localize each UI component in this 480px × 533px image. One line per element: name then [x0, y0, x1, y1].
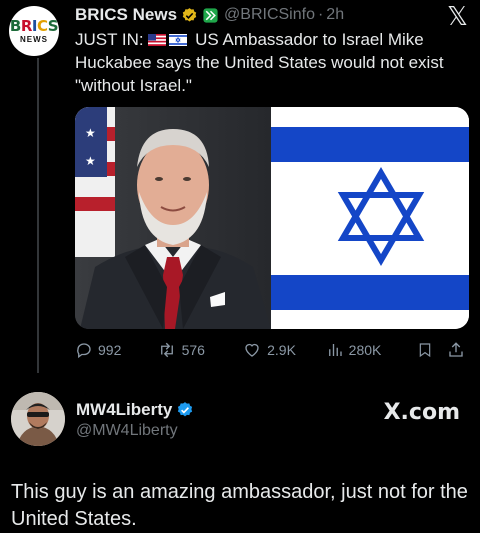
engagement-bar: 992 576 2.9K 280K [75, 338, 470, 362]
author-name[interactable]: BRICS News [75, 5, 177, 25]
reply-author[interactable]: MW4Liberty [76, 400, 194, 420]
reply-count: 992 [98, 342, 122, 358]
us-flag-icon [148, 34, 167, 46]
heart-icon [245, 343, 259, 357]
svg-text:★: ★ [85, 126, 96, 140]
views-chart-icon [328, 344, 342, 356]
huckabee-photo[interactable]: ★ ★ [75, 107, 271, 329]
avatar-logo-text: BRICS [9, 16, 59, 35]
tweet-header: BRICS News @BRICSinfo · 2h [75, 4, 344, 26]
avatar-sub-text: NEWS [20, 34, 48, 44]
bookmark-button[interactable] [417, 341, 447, 359]
bookmark-icon [419, 343, 431, 358]
retweet-button[interactable]: 576 [157, 341, 243, 359]
tweet-text: JUST IN: US Ambassador to Israel Mike Hu… [75, 28, 467, 97]
tweet-media[interactable]: ★ ★ [75, 107, 469, 329]
share-icon [449, 342, 463, 357]
reply-handle[interactable]: @MW4Liberty [76, 422, 178, 440]
reply-icon [77, 343, 91, 359]
post-time[interactable]: 2h [326, 6, 344, 24]
verified-badge-icon [178, 402, 193, 417]
x-logo-icon[interactable]: 𝕏 [447, 4, 468, 30]
text-prefix: JUST IN: [75, 30, 144, 49]
separator-dot: · [317, 6, 324, 23]
avatar[interactable]: BRICS NEWS [9, 6, 59, 56]
reply-button[interactable]: 992 [75, 341, 157, 359]
israel-flag-icon [169, 34, 188, 46]
svg-text:★: ★ [85, 154, 96, 168]
retweet-count: 576 [181, 342, 205, 358]
verified-badge-icon [182, 7, 197, 22]
share-button[interactable] [447, 341, 470, 359]
like-count: 2.9K [267, 342, 296, 358]
reply-text: This guy is an amazing ambassador, just … [11, 481, 468, 530]
views-count: 280K [348, 342, 382, 358]
affiliate-badge-icon [203, 7, 218, 23]
israel-flag-image[interactable] [271, 107, 469, 329]
like-button[interactable]: 2.9K [242, 341, 326, 359]
author-handle[interactable]: @BRICSinfo [224, 6, 315, 24]
reply-avatar[interactable] [11, 392, 65, 446]
reply-author-name: MW4Liberty [76, 400, 173, 419]
x-com-wordmark: X.com [383, 400, 460, 425]
views-button[interactable]: 280K [326, 341, 418, 359]
retweet-icon [160, 342, 173, 358]
thread-line [37, 58, 39, 373]
